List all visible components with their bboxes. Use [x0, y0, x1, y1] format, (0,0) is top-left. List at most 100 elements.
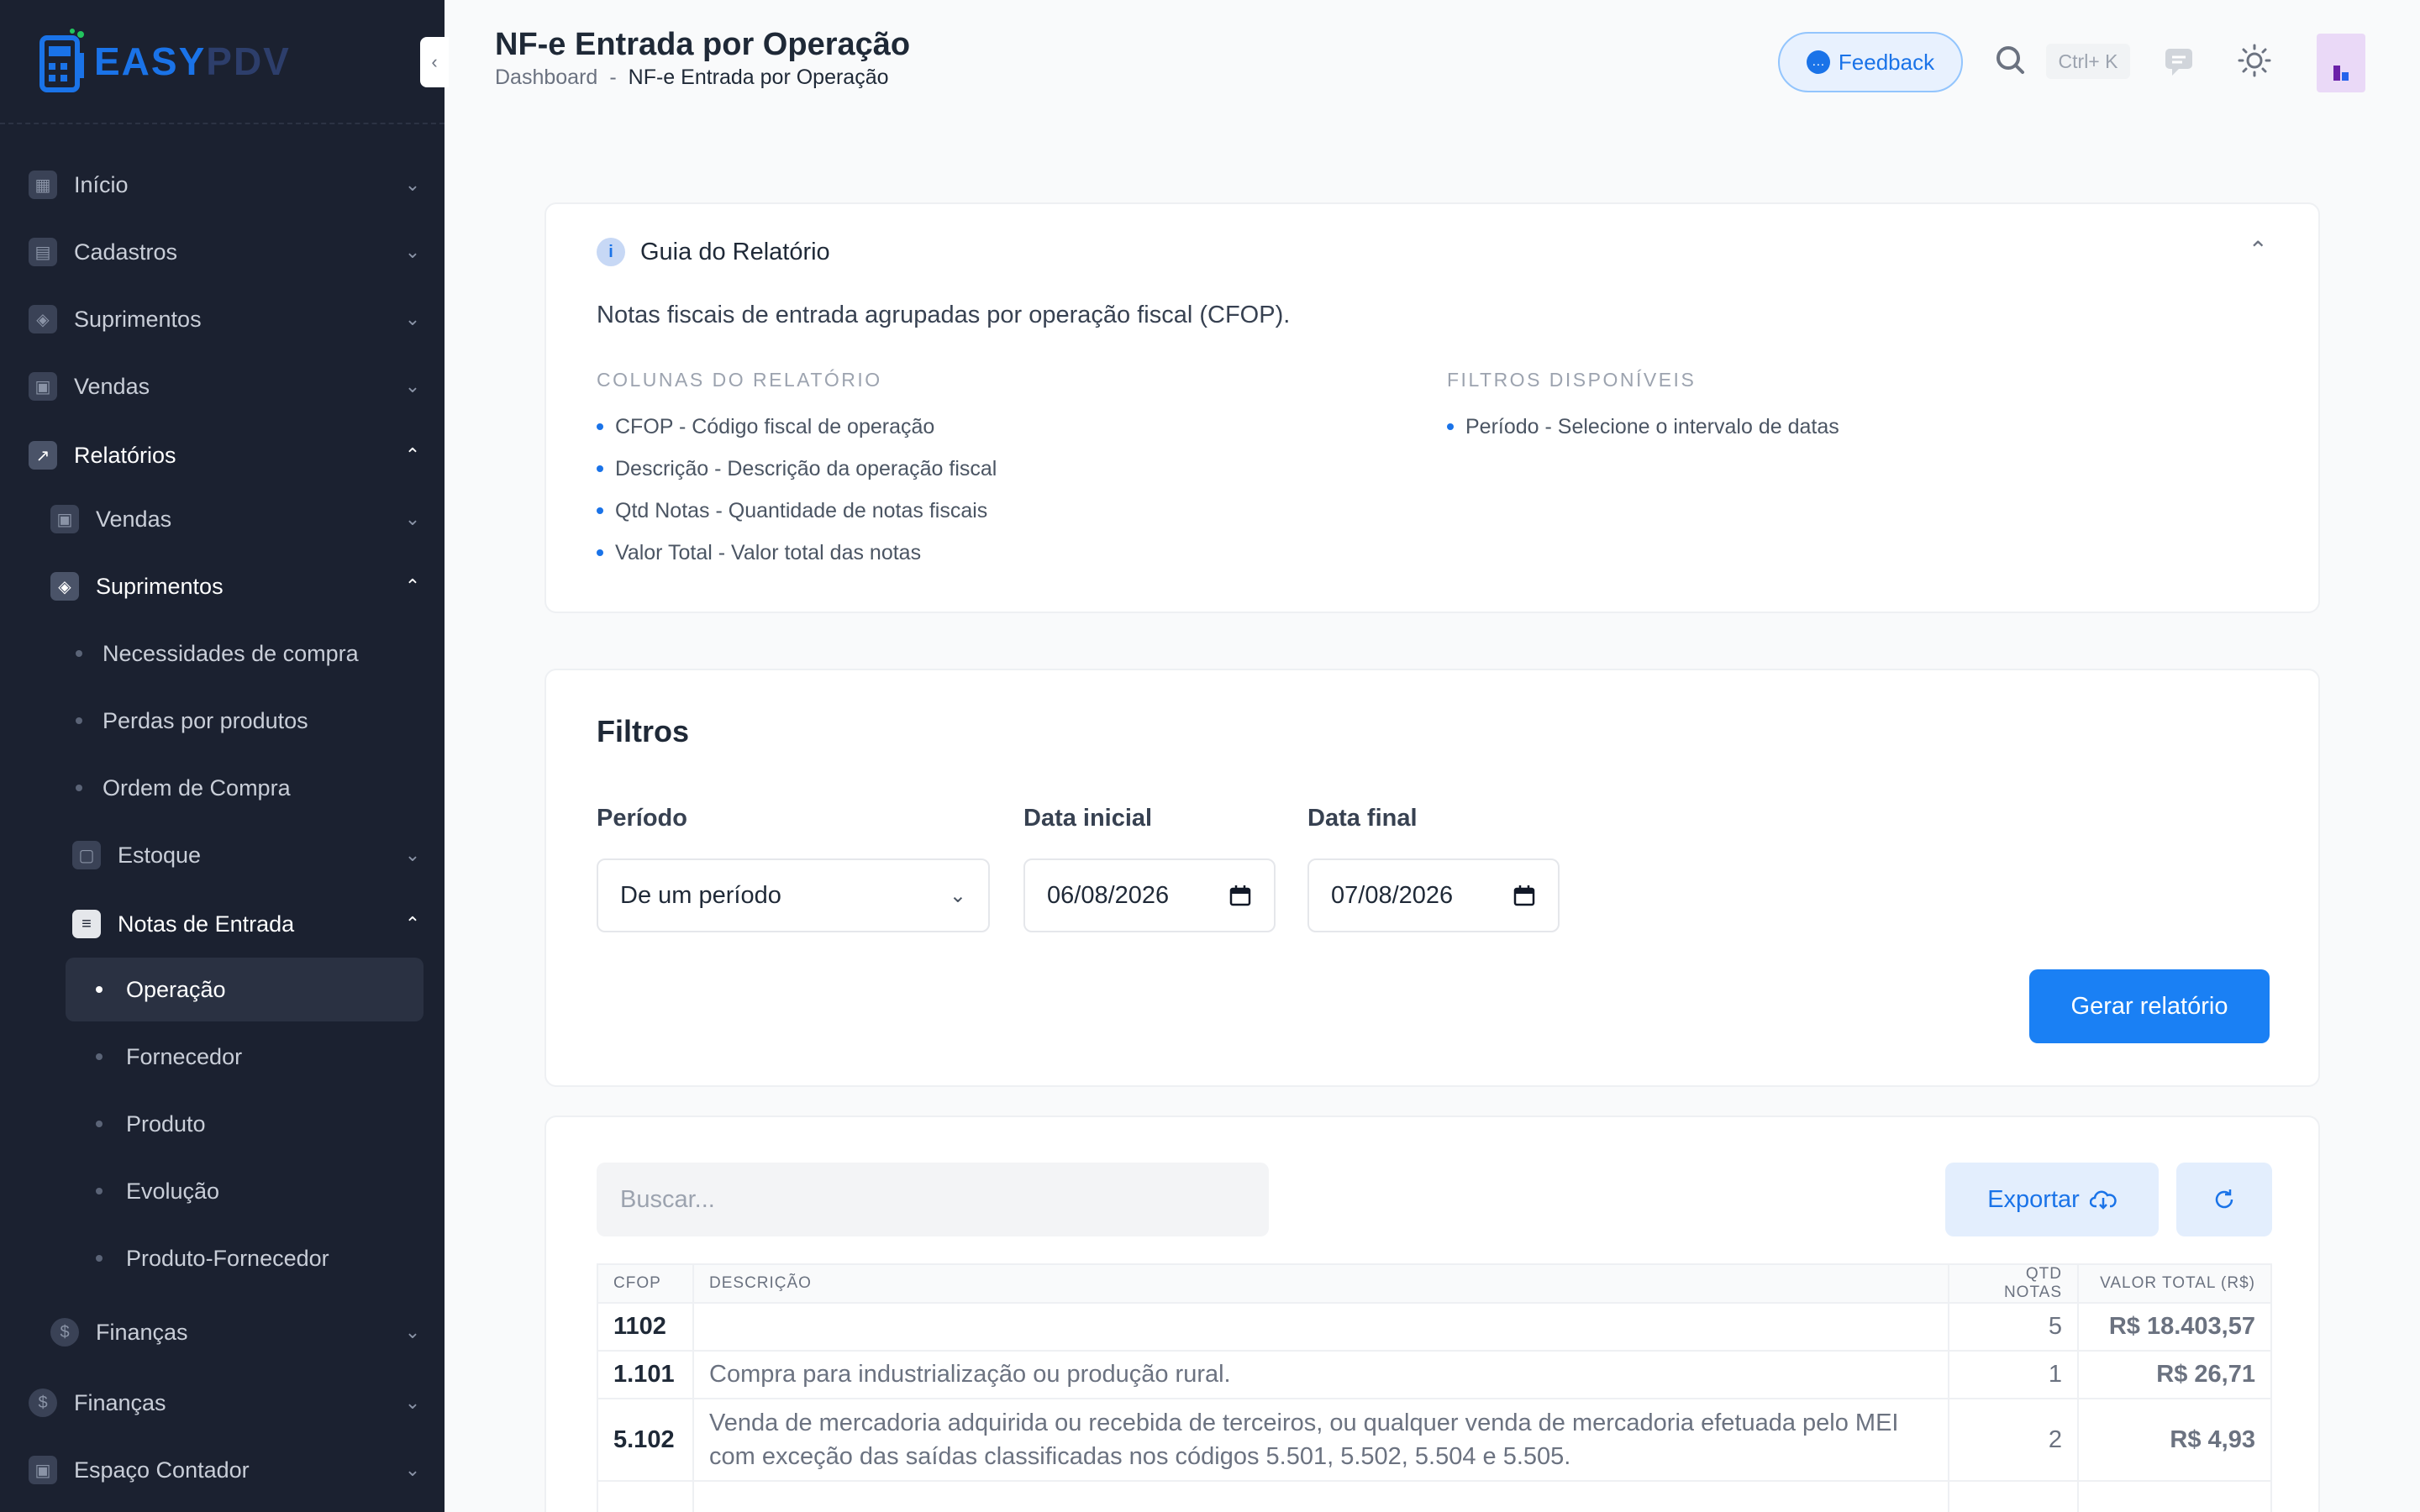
sidebar-item-operacao[interactable]: Operação [66, 958, 424, 1021]
sidebar-item-ordem-compra[interactable]: Ordem de Compra [0, 756, 445, 820]
cell-descricao [692, 1302, 1949, 1352]
box-icon: ◈ [29, 305, 57, 333]
results-table: CFOP DESCRIÇÃO QTD NOTAS VALOR TOTAL (R$… [597, 1263, 2272, 1512]
sidebar-item-relatorios-financas[interactable]: $ Finanças ⌄ [0, 1300, 445, 1364]
lock-icon: ▢ [72, 841, 101, 869]
sidebar-item-label: Notas de Entrada [118, 911, 295, 937]
end-date-value: 07/08/2026 [1331, 881, 1454, 909]
sidebar-item-label: Vendas [96, 506, 172, 532]
brand[interactable]: EASYPDV [0, 0, 445, 124]
sidebar-item-cadastros[interactable]: ▤ Cadastros ⌄ [0, 220, 445, 284]
bullet-icon [96, 1053, 103, 1060]
list-item-text: CFOP - Código fiscal de operação [615, 414, 935, 438]
feedback-button[interactable]: … Feedback [1778, 32, 1963, 92]
chevron-down-icon: ⌄ [404, 308, 421, 329]
column-header-qtd-notas[interactable]: QTD NOTAS [1948, 1263, 2079, 1304]
refresh-button[interactable] [2176, 1163, 2272, 1236]
breadcrumb-root[interactable]: Dashboard [495, 66, 597, 90]
sidebar-item-produto-fornecedor[interactable]: Produto-Fornecedor [0, 1226, 445, 1290]
guide-header[interactable]: i Guia do Relatório [597, 238, 830, 266]
sidebar-item-necessidades-compra[interactable]: Necessidades de compra [0, 622, 445, 685]
chevron-down-icon: ⌄ [404, 1392, 421, 1413]
table-row[interactable]: 5.102 Venda de mercadoria adquirida ou r… [597, 1398, 2272, 1482]
sidebar-item-relatorios[interactable]: ↗ Relatórios ⌃ [0, 423, 445, 487]
search-icon[interactable] [1992, 42, 2029, 79]
page-title: NF-e Entrada por Operação [495, 27, 911, 62]
sidebar-item-fornecedor[interactable]: Fornecedor [0, 1025, 445, 1089]
sidebar-item-financas[interactable]: $ Finanças ⌄ [0, 1371, 445, 1435]
sidebar-item-label: Vendas [74, 373, 150, 399]
box-icon: ◈ [50, 572, 79, 601]
sidebar-item-vendas[interactable]: ▣ Vendas ⌄ [0, 354, 445, 418]
sidebar-item-label: Fornecedor [126, 1043, 243, 1069]
filters-list: Período - Selecione o intervalo de datas [1447, 406, 1839, 448]
start-date-input[interactable]: 06/08/2026 [1023, 858, 1276, 932]
generate-report-button[interactable]: Gerar relatório [2029, 969, 2270, 1043]
list-item-text: Período - Selecione o intervalo de datas [1465, 414, 1839, 438]
chevron-down-icon: ⌄ [949, 884, 966, 907]
sidebar-item-inicio[interactable]: ▦ Início ⌄ [0, 153, 445, 217]
export-button[interactable]: Exportar [1945, 1163, 2159, 1236]
chevron-down-icon: ⌄ [404, 174, 421, 195]
sidebar-item-notas-entrada[interactable]: ≡ Notas de Entrada ⌃ [0, 892, 445, 956]
columns-list: CFOP - Código fiscal de operação Descriç… [597, 406, 997, 574]
sidebar-item-label: Finanças [74, 1389, 166, 1415]
sidebar-item-suprimentos[interactable]: ◈ Suprimentos ⌄ [0, 287, 445, 351]
sidebar-item-estoque[interactable]: ▢ Estoque ⌄ [0, 823, 445, 887]
pos-terminal-icon [39, 29, 84, 92]
chevron-up-icon[interactable]: ⌃ [2249, 236, 2268, 264]
chat-icon[interactable] [2159, 40, 2199, 81]
bullet-icon [597, 549, 603, 556]
list-item: Valor Total - Valor total das notas [597, 532, 997, 574]
start-date-label: Data inicial [1023, 805, 1153, 832]
sidebar-item-label: Suprimentos [96, 573, 224, 599]
column-header-cfop[interactable]: CFOP [597, 1263, 694, 1304]
list-item-text: Valor Total - Valor total das notas [615, 540, 922, 564]
search-input[interactable] [597, 1163, 1269, 1236]
export-label: Exportar [1987, 1185, 2080, 1213]
chevron-up-icon: ⌃ [404, 575, 421, 596]
sidebar-item-label: Espaço Contador [74, 1457, 250, 1483]
chevron-down-icon: ⌄ [404, 375, 421, 396]
period-select[interactable]: De um período ⌄ [597, 858, 990, 932]
search-shortcut: Ctrl+ K [2046, 44, 2130, 79]
sidebar-item-perdas-produtos[interactable]: Perdas por produtos [0, 689, 445, 753]
brand-part2: PDV [206, 39, 291, 83]
cell-valor: R$ 18.403,57 [2077, 1302, 2272, 1352]
cell-descricao: Compra para industrialização ou produção… [692, 1350, 1949, 1399]
sidebar-item-label: Necessidades de compra [103, 640, 359, 666]
list-item: Qtd Notas - Quantidade de notas fiscais [597, 490, 997, 532]
bullet-icon [96, 986, 103, 993]
sidebar-item-produto[interactable]: Produto [0, 1092, 445, 1156]
chevron-up-icon: ⌃ [404, 444, 421, 465]
calendar-icon [1513, 885, 1535, 906]
id-card-icon: ▤ [29, 238, 57, 266]
chevron-down-icon: ⌄ [404, 241, 421, 262]
table-header-row: CFOP DESCRIÇÃO QTD NOTAS VALOR TOTAL (R$… [597, 1263, 2272, 1304]
period-value: De um período [620, 881, 781, 909]
bullet-icon [1447, 423, 1454, 430]
sidebar-item-label: Operação [126, 976, 226, 1002]
breadcrumb-separator: - [609, 66, 617, 89]
sidebar-item-label: Produto [126, 1110, 206, 1137]
guide-title: Guia do Relatório [640, 238, 830, 265]
column-header-valor-total[interactable]: VALOR TOTAL (R$) [2077, 1263, 2272, 1304]
breadcrumb: Dashboard - NF-e Entrada por Operação [495, 66, 889, 90]
cell-descricao: Venda de mercadoria adquirida ou recebid… [692, 1398, 1949, 1482]
table-row[interactable]: 1102 5 R$ 18.403,57 [597, 1302, 2272, 1352]
sun-icon[interactable] [2234, 40, 2275, 81]
sidebar-item-evolucao[interactable]: Evolução [0, 1159, 445, 1223]
sidebar-item-relatorios-suprimentos[interactable]: ◈ Suprimentos ⌃ [0, 554, 445, 618]
sidebar-item-relatorios-vendas[interactable]: ▣ Vendas ⌄ [0, 487, 445, 551]
chevron-down-icon: ⌄ [404, 1459, 421, 1480]
table-row[interactable]: 1.101 Compra para industrialização ou pr… [597, 1350, 2272, 1399]
start-date-value: 06/08/2026 [1047, 881, 1170, 909]
column-header-descricao[interactable]: DESCRIÇÃO [692, 1263, 1949, 1304]
register-icon: ▣ [50, 505, 79, 533]
table-row[interactable]: Venda de mercadoria adquirida ou recebid… [597, 1480, 2272, 1512]
avatar[interactable] [2317, 34, 2365, 92]
cell-qtd: 1 [1948, 1350, 2079, 1399]
sidebar-item-espaco-contador[interactable]: ▣ Espaço Contador ⌄ [0, 1438, 445, 1502]
chevron-up-icon: ⌃ [404, 913, 421, 934]
end-date-input[interactable]: 07/08/2026 [1307, 858, 1560, 932]
